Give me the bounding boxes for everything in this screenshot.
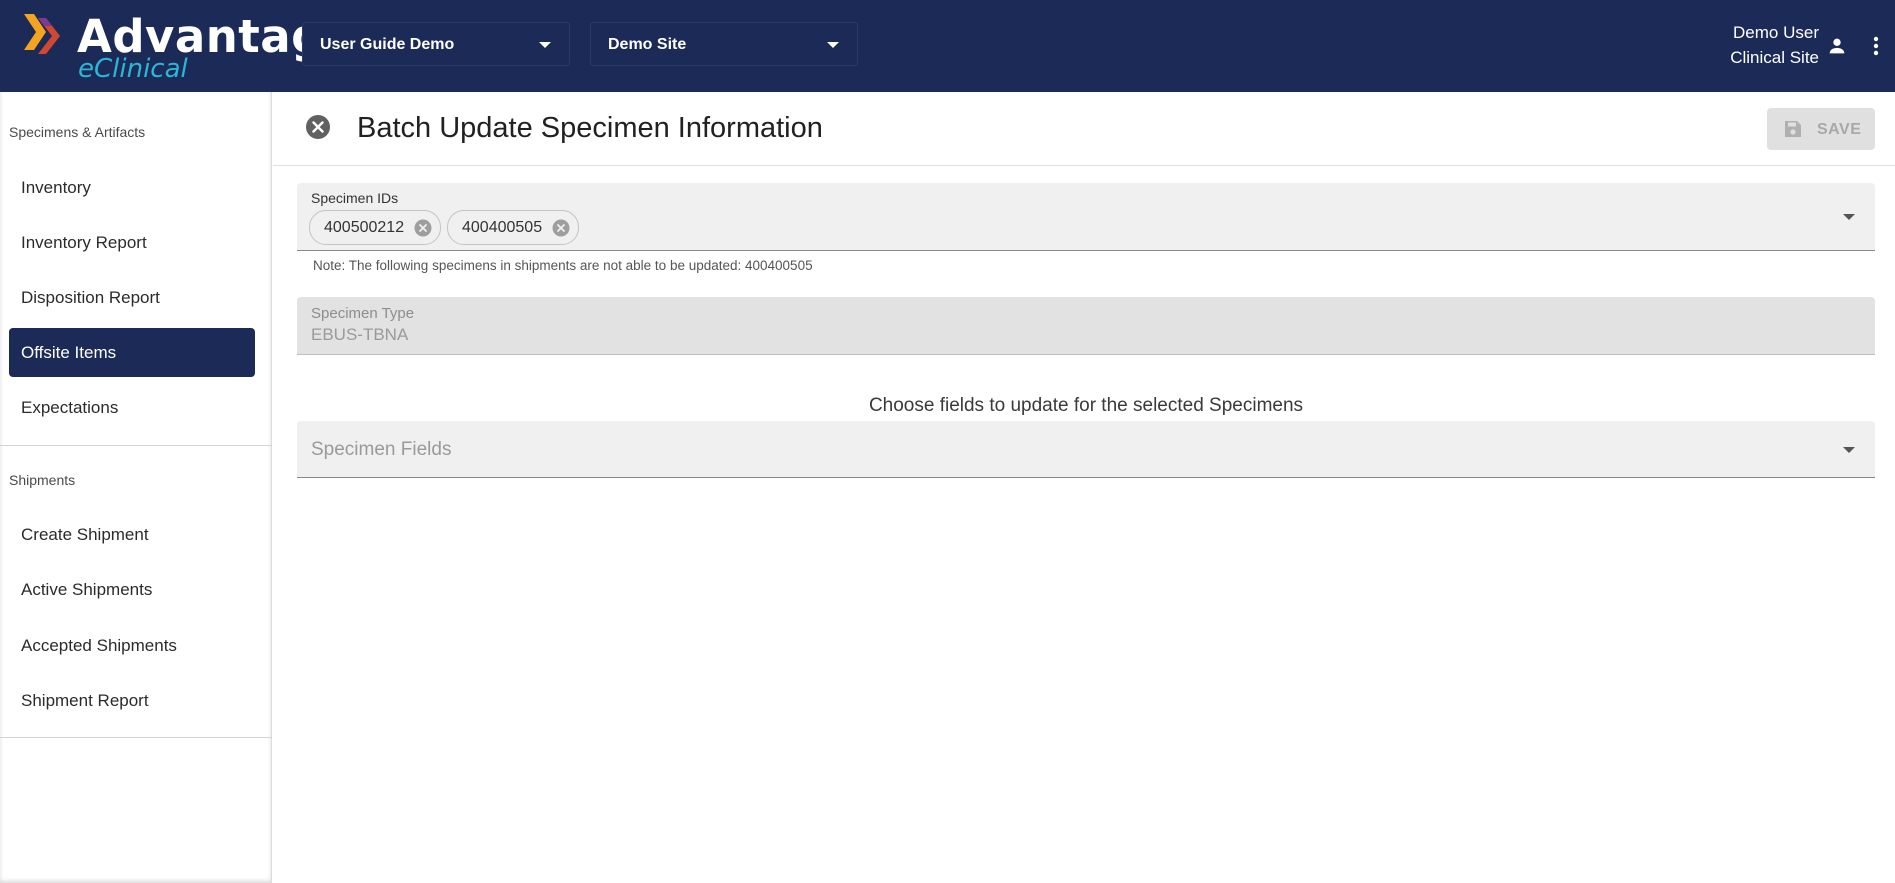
person-icon[interactable]: [1826, 35, 1848, 57]
chip-label: 400500212: [324, 219, 405, 236]
user-info: Demo User Clinical Site: [1730, 20, 1819, 70]
specimen-note: Note: The following specimens in shipmen…: [313, 258, 813, 273]
specimen-type-label: Specimen Type: [311, 305, 415, 322]
sidebar-item-offsite-items[interactable]: Offsite Items: [9, 328, 255, 377]
sidebar-item-disposition-report[interactable]: Disposition Report: [9, 273, 255, 322]
user-role: Clinical Site: [1730, 48, 1819, 67]
chevron-down-icon[interactable]: [1843, 447, 1855, 453]
sidebar-item-accepted-shipments[interactable]: Accepted Shipments: [9, 621, 255, 670]
sidebar: Specimens & Artifacts Inventory Inventor…: [0, 92, 272, 883]
chevron-down-icon: [539, 42, 551, 48]
specimen-type-field: Specimen Type EBUS-TBNA: [297, 297, 1875, 355]
specimen-id-chip: 400400505: [447, 210, 579, 245]
sidebar-item-inventory[interactable]: Inventory: [9, 163, 255, 212]
sidebar-item-expectations[interactable]: Expectations: [9, 383, 255, 432]
specimen-ids-field[interactable]: Specimen IDs 400500212 400400505: [297, 183, 1875, 251]
choose-fields-text: Choose fields to update for the selected…: [868, 395, 1304, 416]
more-vert-icon[interactable]: [1870, 35, 1882, 57]
chevron-down-icon: [827, 42, 839, 48]
sidebar-item-shipment-report[interactable]: Shipment Report: [9, 676, 255, 725]
chevron-down-icon[interactable]: [1843, 214, 1855, 220]
specimen-fields-placeholder: Specimen Fields: [311, 439, 452, 460]
site-select-value: Demo Site: [608, 36, 687, 53]
sidebar-item-active-shipments[interactable]: Active Shipments: [9, 565, 255, 614]
specimen-type-value: EBUS-TBNA: [311, 325, 409, 344]
app-header: Advantage eClinical User Guide Demo Demo…: [0, 0, 1895, 92]
advantage-logo[interactable]: Advantage eClinical: [22, 10, 354, 84]
save-button-label: SAVE: [1817, 121, 1862, 138]
save-icon: [1785, 121, 1801, 137]
user-name: Demo User: [1733, 23, 1819, 42]
chip-remove-icon[interactable]: [414, 219, 432, 237]
specimen-fields-select[interactable]: Specimen Fields: [297, 421, 1875, 478]
study-select-value: User Guide Demo: [320, 36, 455, 53]
sidebar-section-title: Specimens & Artifacts: [9, 124, 146, 140]
close-icon[interactable]: [305, 114, 331, 140]
page-title: Batch Update Specimen Information: [357, 112, 823, 144]
sidebar-divider: [0, 737, 272, 738]
brand-subtitle: eClinical: [78, 54, 188, 84]
chip-remove-icon[interactable]: [552, 219, 570, 237]
specimen-ids-label: Specimen IDs: [311, 190, 399, 206]
study-select[interactable]: User Guide Demo: [302, 22, 570, 66]
specimen-id-chip: 400500212: [309, 210, 441, 245]
save-button[interactable]: SAVE: [1767, 108, 1875, 150]
sidebar-section-title: Shipments: [9, 472, 76, 488]
sidebar-item-inventory-report[interactable]: Inventory Report: [9, 218, 255, 267]
page-header: Batch Update Specimen Information SAVE: [273, 92, 1895, 166]
sidebar-divider: [0, 445, 272, 446]
main-content: Batch Update Specimen Information SAVE S…: [273, 92, 1895, 883]
chip-label: 400400505: [462, 219, 543, 236]
site-select[interactable]: Demo Site: [590, 22, 858, 66]
chevron-logo-icon: [24, 14, 60, 54]
sidebar-item-create-shipment[interactable]: Create Shipment: [9, 510, 255, 559]
